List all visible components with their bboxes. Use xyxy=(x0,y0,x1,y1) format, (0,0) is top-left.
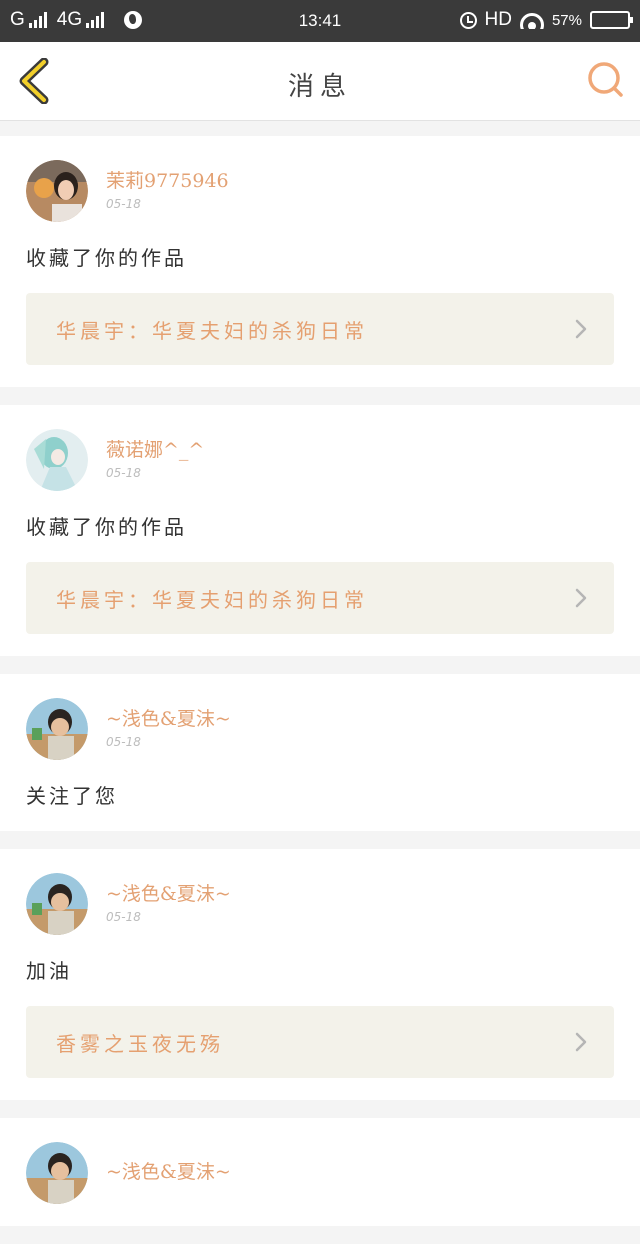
work-link[interactable]: 香雾之玉夜无殇 xyxy=(26,1006,614,1078)
work-title: 华晨宇：华夏夫妇的杀狗日常 xyxy=(56,587,368,612)
message-date: 05-18 xyxy=(106,196,141,211)
avatar[interactable] xyxy=(26,429,88,491)
search-button[interactable] xyxy=(586,60,626,100)
hd-label: HD xyxy=(484,9,512,30)
message-list: 茉莉9775946 05-18 收藏了你的作品 华晨宇：华夏夫妇的杀狗日常 薇诺… xyxy=(0,136,640,1244)
work-link[interactable]: 华晨宇：华夏夫妇的杀狗日常 xyxy=(26,293,614,365)
work-link[interactable]: 华晨宇：华夏夫妇的杀狗日常 xyxy=(26,562,614,634)
alarm-icon xyxy=(459,11,477,29)
chevron-right-icon xyxy=(575,319,587,339)
message-text: 关注了您 xyxy=(26,784,118,808)
battery-percent: 57% xyxy=(551,11,582,29)
app-header: 消息 xyxy=(0,42,640,121)
message-text: 收藏了你的作品 xyxy=(26,515,187,539)
wifi-icon xyxy=(519,11,544,29)
work-title: 华晨宇：华夏夫妇的杀狗日常 xyxy=(56,318,368,343)
message-text: 加油 xyxy=(26,959,72,983)
message-card: 茉莉9775946 05-18 收藏了你的作品 华晨宇：华夏夫妇的杀狗日常 xyxy=(0,136,640,387)
chevron-right-icon xyxy=(575,1032,587,1052)
message-date: 05-18 xyxy=(106,465,141,480)
username[interactable]: 茉莉9775946 xyxy=(106,166,229,193)
message-date: 05-18 xyxy=(106,909,141,924)
search-icon xyxy=(588,62,623,97)
status-bar: G 4G 13:41 HD 57% xyxy=(0,0,640,42)
message-card: 薇诺娜^_^ 05-18 收藏了你的作品 华晨宇：华夏夫妇的杀狗日常 xyxy=(0,405,640,656)
battery-icon xyxy=(590,11,633,29)
username[interactable]: ~浅色&夏沫~ xyxy=(106,879,231,906)
message-card: ~浅色&夏沫~ 05-18 关注了您 xyxy=(0,674,640,831)
page-title: 消息 xyxy=(287,72,352,102)
avatar[interactable] xyxy=(26,1142,88,1204)
username[interactable]: ~浅色&夏沫~ xyxy=(106,1157,231,1184)
status-icons: HD 57% xyxy=(459,9,633,31)
work-title: 香雾之玉夜无殇 xyxy=(56,1031,224,1056)
message-card: ~浅色&夏沫~ 05-18 加油 香雾之玉夜无殇 xyxy=(0,849,640,1100)
avatar[interactable] xyxy=(26,160,88,222)
message-text: 收藏了你的作品 xyxy=(26,246,187,270)
username[interactable]: 薇诺娜^_^ xyxy=(106,435,204,462)
avatar[interactable] xyxy=(26,698,88,760)
chevron-right-icon xyxy=(575,588,587,608)
message-card: ~浅色&夏沫~ xyxy=(0,1118,640,1226)
message-date: 05-18 xyxy=(106,734,141,749)
avatar[interactable] xyxy=(26,873,88,935)
username[interactable]: ~浅色&夏沫~ xyxy=(106,704,231,731)
